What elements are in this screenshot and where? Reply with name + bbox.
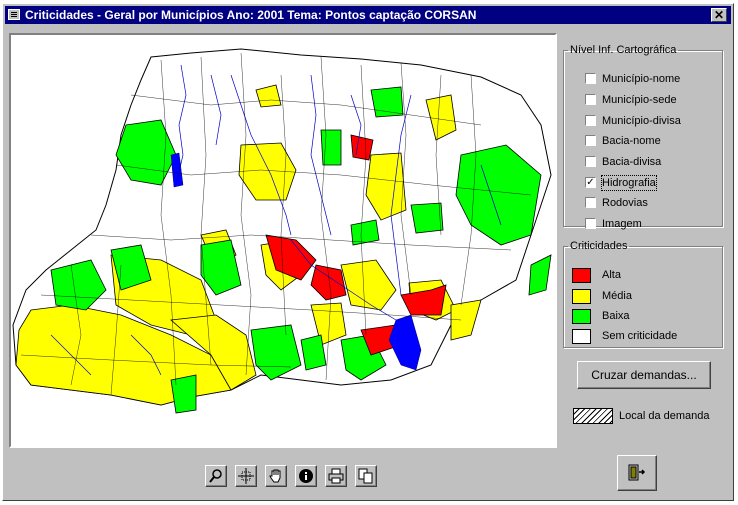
nivel-legend: Nível Inf. Cartográfica: [570, 44, 677, 56]
exit-door-icon: [628, 464, 646, 481]
local-demanda-label: Local da demanda: [619, 410, 710, 422]
map-view[interactable]: [9, 33, 557, 448]
checkbox-box[interactable]: ✓: [585, 177, 596, 188]
criticidades-groupbox: Criticidades Alta Média Baixa Sem critic…: [563, 240, 723, 348]
color-swatch: [572, 329, 591, 344]
legend-label: Baixa: [602, 310, 630, 322]
color-swatch: [572, 289, 591, 304]
copy-icon: [358, 468, 373, 484]
checkbox-box[interactable]: [585, 115, 596, 126]
checkbox-box[interactable]: [585, 156, 596, 167]
checkbox-label: Hidrografia: [601, 175, 657, 191]
checkbox-box[interactable]: [585, 73, 596, 84]
title-bar: Criticidades - Geral por Municípios Ano:…: [5, 6, 731, 24]
checkbox-label: Rodovias: [602, 197, 648, 209]
checkbox-label: Bacia-nome: [602, 135, 661, 147]
window-title: Criticidades - Geral por Municípios Ano:…: [25, 8, 477, 22]
nivel-groupbox: Nível Inf. Cartográfica Município-nome M…: [563, 44, 723, 230]
zoom-button[interactable]: [205, 465, 227, 487]
info-icon: [299, 469, 313, 483]
exit-button[interactable]: [617, 455, 657, 491]
checkbox-label: Imagem: [602, 218, 642, 230]
legend-label: Alta: [602, 269, 621, 281]
pan-button[interactable]: [265, 465, 287, 487]
hatch-swatch: [573, 408, 613, 424]
info-button[interactable]: [295, 465, 317, 487]
print-button[interactable]: [325, 465, 347, 487]
hand-icon: [269, 469, 281, 483]
checkbox-label: Município-nome: [602, 73, 681, 85]
checkbox-box[interactable]: [585, 94, 596, 105]
checkbox-label: Bacia-divisa: [602, 156, 662, 168]
print-icon: [328, 468, 344, 484]
checkbox-label: Município-divisa: [602, 115, 681, 127]
color-swatch: [572, 268, 591, 283]
checkbox-box[interactable]: [585, 197, 596, 208]
criticidades-legend: Criticidades: [570, 240, 628, 252]
checkbox-box[interactable]: [585, 135, 596, 146]
cruzar-demandas-button[interactable]: Cruzar demandas...: [577, 361, 711, 389]
legend-label: Média: [602, 290, 632, 302]
map-canvas[interactable]: [11, 35, 555, 446]
checkbox-box[interactable]: [585, 218, 596, 229]
close-button[interactable]: ✕: [711, 8, 727, 22]
extent-button[interactable]: [235, 465, 257, 487]
color-swatch: [572, 309, 591, 324]
legend-label: Sem criticidade: [602, 330, 678, 342]
zoom-icon: [209, 469, 222, 483]
checkbox-label: Município-sede: [602, 94, 677, 106]
system-menu-icon[interactable]: [8, 9, 20, 20]
copy-button[interactable]: [355, 465, 377, 487]
pan-extent-icon: [238, 468, 254, 484]
